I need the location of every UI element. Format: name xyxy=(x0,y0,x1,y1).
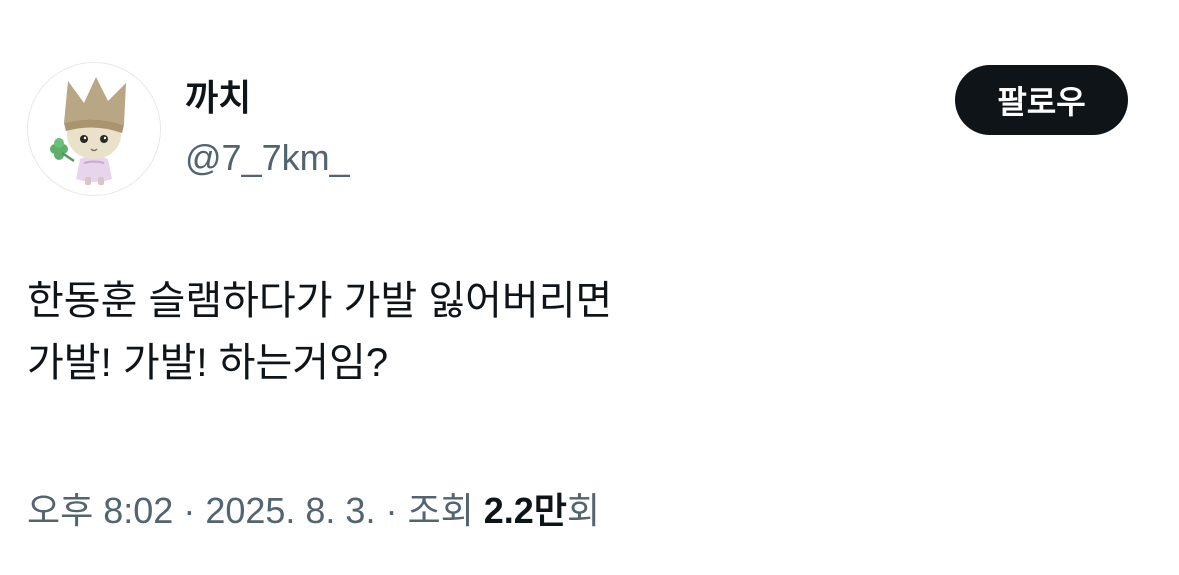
views-count: 2.2만 xyxy=(483,490,567,531)
tweet-text-line: 한동훈 슬램하다가 가발 잃어버리면 xyxy=(27,279,613,323)
author-handle[interactable]: @7_7km_ xyxy=(185,136,350,180)
meta-separator: · xyxy=(173,490,206,531)
author-display-name[interactable]: 까치 xyxy=(185,76,251,120)
tweet-meta: 오후 8:02 · 2025. 8. 3. · 조회 2.2만회 xyxy=(27,486,600,536)
tweet-date[interactable]: 2025. 8. 3. xyxy=(205,490,375,531)
tweet-text: 한동훈 슬램하다가 가발 잃어버리면 가발! 가발! 하는거임? xyxy=(27,270,1127,394)
views-suffix: 회 xyxy=(566,490,601,531)
follow-button[interactable]: 팔로우 xyxy=(955,65,1128,135)
tweet-time[interactable]: 오후 8:02 xyxy=(27,490,173,531)
views-label: 조회 xyxy=(407,490,474,531)
tweet-text-line: 가발! 가발! 하는거임? xyxy=(27,341,389,385)
meta-separator: · xyxy=(375,490,408,531)
kitten-doll-avatar-icon xyxy=(50,77,126,185)
author-avatar[interactable] xyxy=(27,62,161,196)
